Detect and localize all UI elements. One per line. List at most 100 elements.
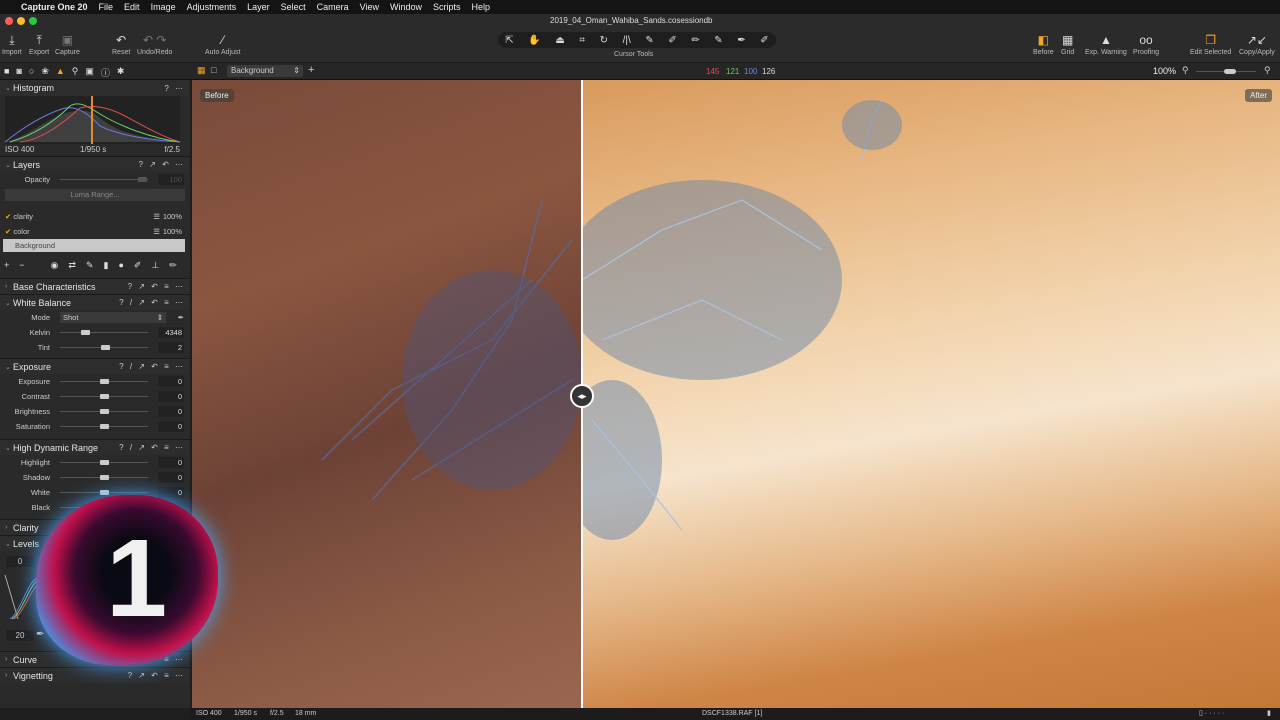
pencil-icon[interactable]: ✐	[134, 260, 142, 271]
slider-knob[interactable]	[100, 475, 109, 480]
radial-mask-icon[interactable]: ✎	[714, 35, 722, 46]
layer-select[interactable]: Background ⇕	[227, 65, 303, 77]
shadow-slider[interactable]	[60, 475, 148, 480]
menu-file[interactable]: File	[99, 2, 114, 12]
stamp-icon[interactable]: ⊥	[151, 260, 159, 271]
brightness-slider[interactable]	[60, 409, 148, 414]
slider-value[interactable]: 0	[158, 472, 184, 483]
menu-help[interactable]: Help	[472, 2, 491, 12]
panel-tools[interactable]: ? / ↗ ↶ ≡ ⋯	[119, 298, 185, 307]
exposure-header[interactable]: ⌄ Exposure ? / ↗ ↶ ≡ ⋯	[0, 358, 190, 374]
reset-button[interactable]: ↶ Reset	[112, 31, 130, 56]
zoom-slider-knob[interactable]	[1224, 69, 1236, 74]
before-button[interactable]: ◧ Before	[1033, 31, 1054, 56]
thumbnail-size-large-icon[interactable]: ▮	[1267, 709, 1271, 717]
opacity-knob[interactable]	[138, 177, 147, 182]
panel-tools[interactable]: ? ⋯	[164, 84, 185, 93]
eraser-icon[interactable]: ✐	[668, 35, 676, 46]
eyedropper-icon[interactable]: ✒	[36, 629, 44, 640]
close-window-button[interactable]	[5, 17, 13, 25]
edit-selected-button[interactable]: ❐ Edit Selected	[1190, 31, 1231, 56]
multi-view-icon[interactable]: ▦	[197, 65, 206, 76]
eyedropper-icon[interactable]: ✒	[178, 313, 184, 322]
minimize-window-button[interactable]	[17, 17, 25, 25]
panel-tools[interactable]: ? / ↗ ↶ ≡ ⋯	[119, 362, 185, 371]
histogram-header[interactable]: ⌄ Histogram ? ⋯	[0, 80, 190, 96]
white-balance-header[interactable]: ⌄ White Balance ? / ↗ ↶ ≡ ⋯	[0, 294, 190, 310]
settings-tab-icon[interactable]: ✱	[117, 66, 125, 79]
capture-tab-icon[interactable]: ◙	[16, 66, 21, 79]
opacity-value[interactable]: 100	[158, 174, 184, 185]
annotate-icon[interactable]: ✐	[760, 35, 768, 46]
single-view-icon[interactable]: □	[211, 65, 216, 75]
exposure-tab-icon[interactable]: ▲	[56, 66, 65, 79]
eye-icon[interactable]: ◉	[51, 260, 59, 271]
exposure-slider[interactable]	[60, 379, 148, 384]
details-tab-icon[interactable]: ⚲	[72, 66, 79, 79]
compare-handle[interactable]: ◂▸	[570, 384, 594, 408]
opacity-slider[interactable]	[60, 177, 148, 182]
slider-value[interactable]: 0	[158, 421, 184, 432]
saturation-slider[interactable]	[60, 424, 148, 429]
slider-knob[interactable]	[100, 424, 109, 429]
eraser-icon[interactable]: ✏	[169, 260, 177, 271]
base-characteristics-header[interactable]: › Base Characteristics ? ↗ ↶ ≡ ⋯	[0, 278, 190, 294]
panel-tools[interactable]: ? ↗ ↶ ≡ ⋯	[128, 282, 185, 291]
menu-window[interactable]: Window	[390, 2, 422, 12]
radial-icon[interactable]: ●	[118, 260, 123, 270]
tint-slider[interactable]	[60, 345, 148, 350]
keystone-icon[interactable]: /|\	[623, 35, 631, 46]
adjustments-tab-icon[interactable]: ▣	[85, 66, 94, 79]
rotate-icon[interactable]: ↻	[600, 35, 608, 46]
panel-tools[interactable]: ? ↗ ↶ ≡ ⋯	[128, 671, 185, 680]
menu-camera[interactable]: Camera	[317, 2, 349, 12]
kelvin-value[interactable]: 4348	[158, 327, 184, 338]
brush-icon[interactable]: ✎	[86, 260, 94, 271]
contrast-slider[interactable]	[60, 394, 148, 399]
pan-hand-icon[interactable]: ✋	[528, 35, 540, 46]
tint-value[interactable]: 2	[158, 342, 184, 353]
export-button[interactable]: ⤒ Export	[29, 31, 49, 56]
image-viewer[interactable]: ◂▸ Before After	[192, 80, 1280, 708]
menu-adjustments[interactable]: Adjustments	[187, 2, 237, 12]
picker-icon[interactable]: ✒	[737, 35, 745, 46]
luma-range-button[interactable]: Luma Range...	[5, 189, 185, 201]
menu-select[interactable]: Select	[281, 2, 306, 12]
gradient-icon[interactable]: ▮	[103, 260, 108, 271]
remove-layer-icon[interactable]: −	[19, 260, 24, 270]
vignetting-header[interactable]: › Vignetting ? ↗ ↶ ≡ ⋯	[0, 667, 190, 683]
checkbox-checked-icon[interactable]: ✔	[5, 212, 11, 221]
brush-icon[interactable]: ✎	[645, 35, 653, 46]
crop-icon[interactable]: ⌗	[579, 35, 585, 46]
layer-item-background[interactable]: Background	[3, 239, 185, 252]
menu-image[interactable]: Image	[151, 2, 176, 12]
white-slider[interactable]	[60, 490, 148, 495]
copy-apply-button[interactable]: ↗↙ Copy/Apply	[1239, 31, 1275, 56]
zoom-window-button[interactable]	[29, 17, 37, 25]
lens-tab-icon[interactable]: ○	[29, 66, 34, 79]
panel-tools[interactable]: ? / ↗ ↶ ≡ ⋯	[119, 443, 185, 452]
menu-scripts[interactable]: Scripts	[433, 2, 461, 12]
panel-tools[interactable]: ? ↗ ↶ ⋯	[138, 160, 185, 169]
levels-output-top[interactable]: 0	[6, 556, 34, 567]
layer-item-clarity[interactable]: ✔ clarity ☰ 100%	[0, 209, 190, 224]
kelvin-knob[interactable]	[81, 330, 90, 335]
zoom-out-icon[interactable]: ⚲	[1182, 65, 1189, 76]
proofing-button[interactable]: oo Proofing	[1133, 31, 1159, 56]
grid-button[interactable]: ▦ Grid	[1061, 31, 1074, 56]
menu-view[interactable]: View	[360, 2, 379, 12]
select-cursor-icon[interactable]: ⇱	[505, 35, 513, 46]
capture-button[interactable]: ▣ Capture	[55, 31, 80, 56]
undo-redo-button[interactable]: ↶ ↷ Undo/Redo	[137, 31, 172, 56]
slider-knob[interactable]	[100, 379, 109, 384]
zoom-slider[interactable]	[1196, 69, 1256, 74]
slider-value[interactable]: 0	[158, 406, 184, 417]
slider-knob[interactable]	[100, 409, 109, 414]
library-tab-icon[interactable]: ■	[4, 66, 9, 79]
hdr-header[interactable]: ⌄ High Dynamic Range ? / ↗ ↶ ≡ ⋯	[0, 439, 190, 455]
metadata-tab-icon[interactable]: ⓘ	[101, 66, 110, 79]
slider-knob[interactable]	[100, 394, 109, 399]
zoom-in-icon[interactable]: ⚲	[1264, 65, 1271, 76]
linear-mask-icon[interactable]: ✏	[691, 35, 699, 46]
color-tab-icon[interactable]: ❀	[41, 66, 49, 79]
